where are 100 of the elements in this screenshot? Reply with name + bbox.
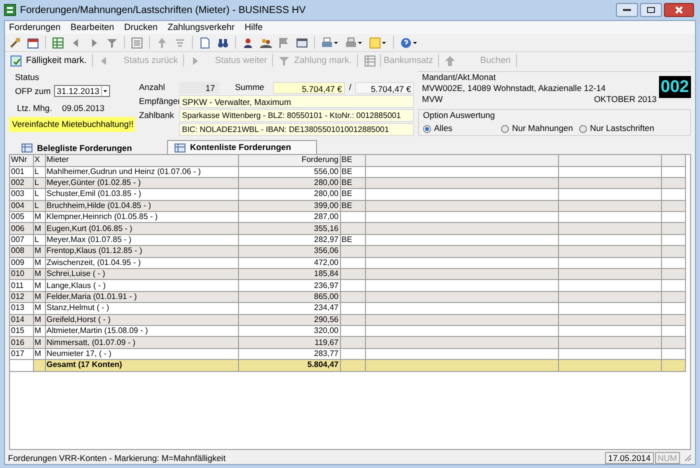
tab[interactable]: Belegliste Forderungen [15,142,165,154]
menu-item[interactable]: Zahlungsverkehr [168,20,235,34]
table-cell: Schuster,Emil (01.03.85 - ) [46,189,142,198]
table-cell: Neumieter 17, ( - ) [46,348,112,358]
menu-item[interactable]: Forderungen [9,20,61,34]
menu-item[interactable]: Hilfe [244,20,263,34]
client-code: MVW [422,94,443,105]
group-title: Option Auswertung [423,110,496,121]
table-cell: 013 [11,303,24,312]
column-header[interactable]: Forderung [302,155,338,164]
table-cell: Altmieter,Martin (15.08.09 - ) [46,326,148,336]
date-value: 09.05.2013 [62,102,105,114]
minimize-button[interactable] [616,3,638,17]
address-text: MVW002E, 14089 Wohnstadt, Akazienalle 12-14 [422,83,607,94]
window-title: Forderungen/Mahnungen/Lastschriften (Mieter) - BUSINESS HV [20,4,306,18]
table-cell: M [34,224,42,233]
close-button[interactable] [664,3,694,17]
close-icon [675,6,683,14]
table-cell: 014 [11,314,24,324]
total-label: Gesamt (17 Konten) [46,360,122,370]
table-cell: Meyer,Günter (01.02.85 - ) [46,178,141,188]
table-cell: Felder,Maria (01.01.91 - ) [46,292,137,301]
table-cell: 185,84 [314,269,338,278]
table-cell: M [34,303,42,312]
table-cell: 004 [11,200,24,210]
grid-icon[interactable] [364,54,376,66]
filter-icon[interactable] [106,36,118,48]
table-cell: Stanz,Helmut ( - ) [46,303,110,312]
help-icon[interactable] [400,36,418,48]
window-icon[interactable] [296,36,308,48]
date-dropdown[interactable]: 31.12.2013 [54,85,110,98]
document-icon[interactable] [199,36,211,48]
caret-icon [101,86,109,96]
list-icon[interactable] [131,36,143,48]
arrow-up-icon [444,54,456,66]
people-icon[interactable] [260,36,272,48]
table-cell: 556,00 [314,166,338,176]
table-cell: Bruchheim,Hilde (01.04.85 - ) [46,200,151,210]
note-icon[interactable] [369,36,387,48]
maximize-button[interactable] [640,3,662,17]
table-cell: M [34,292,42,301]
status-text: Forderungen VRR-Konten - Markierung: M=Mahnfälligkeit [8,452,226,464]
table-cell: 282,97 [314,235,338,244]
recipient-field: SPKW - Verwalter, Maximum [179,95,414,108]
table-cell: M [34,212,42,222]
iban-field: BIC: NOLADE21WBL - IBAN: DE13805501010012885001 [179,123,414,136]
table-icon [21,142,33,154]
wrench-icon[interactable] [9,36,21,48]
table-cell: L [34,200,39,210]
total-value: 5.804,47 [307,360,338,370]
filter-icon [278,54,290,66]
table-cell: Nimmersatt, (01.07.09 - ) [46,338,136,347]
table-cell: 865,00 [314,292,338,301]
table-cell: 355,16 [314,224,338,233]
table-cell: L [34,189,39,198]
app-icon [4,4,16,16]
column-header[interactable]: X [34,155,40,164]
tab[interactable]: Kontenliste Forderungen [167,140,317,154]
table-cell: 017 [11,348,24,358]
flag-icon[interactable] [278,36,290,48]
table-cell: 320,00 [314,326,338,336]
calendar-icon[interactable] [27,36,39,48]
printer-icon[interactable] [345,36,363,48]
table-cell: Klempner,Heinrich (01.05.85 - ) [46,212,158,222]
table-cell: 011 [11,280,24,290]
client-number: 002 [658,76,691,98]
radio-button[interactable]: Nur Lastschriften [578,123,654,134]
binoculars-icon[interactable] [217,36,229,48]
column-header[interactable]: BE [342,155,352,164]
table-cell: 236,97 [314,280,338,290]
radio-button[interactable]: Nur Mahnungen [501,123,573,134]
table-cell: Frentop,Klaus (01.12.85 - ) [46,246,142,256]
table-cell: M [34,280,42,290]
table-cell: BE [342,166,352,176]
menu-item[interactable]: Bearbeiten [70,20,114,34]
printer-icon[interactable] [321,36,339,48]
table-cell: M [34,348,42,358]
table-cell: L [34,166,39,176]
radio-button[interactable]: Alles [423,123,501,134]
table-cell: 003 [11,189,24,198]
field-label: Ltz. Mhg. [17,102,52,114]
person-icon[interactable] [242,36,254,48]
table-cell: 006 [11,224,24,233]
field-label: OFP zum [15,84,51,98]
sum-field: 5.704,47 € [355,82,414,94]
table-cell: Mahlheimer,Gudrun und Heinz (01.07.06 - ) [46,166,201,176]
column-header[interactable]: Mieter [46,155,69,164]
table-cell: 012 [11,292,24,301]
menu-item[interactable]: Drucken [124,20,158,34]
table-cell: L [34,178,39,188]
table-icon [174,142,186,154]
count-field: 17 [179,82,219,94]
table-cell: M [34,246,42,256]
table-cell: 010 [11,269,24,278]
column-header[interactable]: WNr [11,155,27,164]
field-label: Summe [235,81,266,94]
toolbar-button[interactable]: Fälligkeit mark. [7,53,90,68]
table-cell: Lange,Klaus ( - ) [46,280,106,290]
table-cell: BE [342,200,352,210]
table-cell: M [34,269,42,278]
